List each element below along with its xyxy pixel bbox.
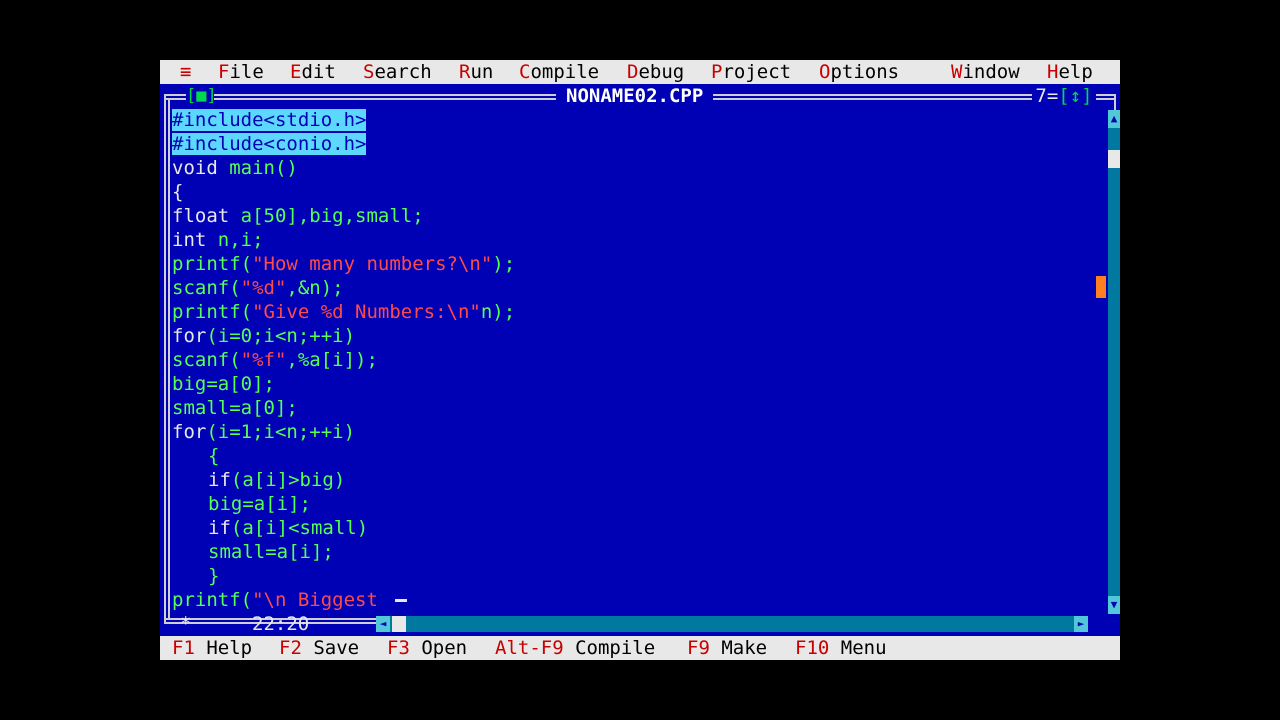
code-line: scanf("%f",%a[i]); <box>172 349 378 371</box>
cursor-position: 22:20 <box>252 613 310 635</box>
code-line: { <box>208 445 220 467</box>
code-line: int n,i; <box>172 229 264 251</box>
menu-search[interactable]: Search <box>363 60 432 84</box>
modified-indicator: * <box>180 613 192 635</box>
code-line: void main() <box>172 157 298 179</box>
frame-left <box>164 94 166 624</box>
fkey-menu[interactable]: F10 Menu <box>795 636 887 660</box>
code-line: #include<conio.h> <box>172 133 367 155</box>
vertical-scrollbar[interactable]: ▲ ▼ <box>1108 110 1120 614</box>
menu-system[interactable]: ≡ <box>180 60 191 84</box>
menu-edit[interactable]: Edit <box>290 60 336 84</box>
fkey-make[interactable]: F9 Make <box>687 636 767 660</box>
text-cursor <box>395 599 408 602</box>
code-line: float a[50],big,small; <box>172 205 424 227</box>
code-line: printf("\n Biggest <box>172 588 1092 612</box>
menu-options[interactable]: Options <box>819 60 899 84</box>
frame-left-inner <box>168 98 170 620</box>
menu-help[interactable]: Help <box>1047 60 1093 84</box>
menu-compile[interactable]: Compile <box>519 60 599 84</box>
zoom-button[interactable]: [↕] <box>1058 85 1092 107</box>
menu-window[interactable]: Window <box>951 60 1020 84</box>
window-number-and-zoom[interactable]: 7=[↕] <box>1032 84 1096 108</box>
code-line: printf("How many numbers?\n"); <box>172 253 516 275</box>
scroll-left-arrow-icon[interactable]: ◄ <box>376 616 390 632</box>
code-line: big=a[0]; <box>172 373 275 395</box>
fkey-compile[interactable]: Alt-F9 Compile <box>495 636 655 660</box>
scroll-right-arrow-icon[interactable]: ► <box>1074 616 1088 632</box>
fkey-save[interactable]: F2 Save <box>279 636 359 660</box>
horizontal-scroll-thumb[interactable] <box>392 616 406 632</box>
code-line: if(a[i]>big) <box>208 469 346 491</box>
fkey-open[interactable]: F3 Open <box>387 636 467 660</box>
fkey-help[interactable]: F1 Help <box>172 636 252 660</box>
code-line: } <box>208 565 220 587</box>
code-line: big=a[i]; <box>208 493 311 515</box>
code-line: small=a[i]; <box>208 541 334 563</box>
code-line: { <box>172 181 184 203</box>
vertical-position-marker <box>1096 276 1106 298</box>
code-line: for(i=1;i<n;++i) <box>172 421 356 443</box>
code-line: if(a[i]<small) <box>208 517 369 539</box>
scroll-up-arrow-icon[interactable]: ▲ <box>1108 110 1120 128</box>
menu-bar: ≡ File Edit Search Run Compile Debug Pro… <box>160 60 1120 84</box>
menu-debug[interactable]: Debug <box>627 60 684 84</box>
code-line: small=a[0]; <box>172 397 298 419</box>
code-line: printf("Give %d Numbers:\n"n); <box>172 301 516 323</box>
window-title-bar: [■] NONAME02.CPP 7=[↕] <box>160 84 1120 108</box>
turbo-cpp-screen: ≡ File Edit Search Run Compile Debug Pro… <box>160 60 1120 660</box>
editor-window: [■] NONAME02.CPP 7=[↕] #include<stdio.h>… <box>160 84 1120 636</box>
code-line: scanf("%d",&n); <box>172 277 344 299</box>
menu-run[interactable]: Run <box>459 60 493 84</box>
menu-file[interactable]: File <box>218 60 264 84</box>
function-key-bar: F1 Help F2 Save F3 Open Alt-F9 Compile F… <box>160 636 1120 660</box>
horizontal-scrollbar[interactable]: ◄ ► <box>376 616 1088 632</box>
code-line: for(i=0;i<n;++i) <box>172 325 356 347</box>
code-editor[interactable]: #include<stdio.h> #include<conio.h> void… <box>172 108 1092 616</box>
file-name-title: NONAME02.CPP <box>556 84 714 108</box>
menu-project[interactable]: Project <box>711 60 791 84</box>
editor-status-line: * 22:20 ◄ ► <box>160 612 1120 636</box>
vertical-scroll-thumb[interactable] <box>1108 150 1120 168</box>
window-close-button[interactable]: [■] <box>186 86 217 106</box>
window-number: 7 <box>1035 85 1047 107</box>
code-line: #include<stdio.h> <box>172 109 367 131</box>
